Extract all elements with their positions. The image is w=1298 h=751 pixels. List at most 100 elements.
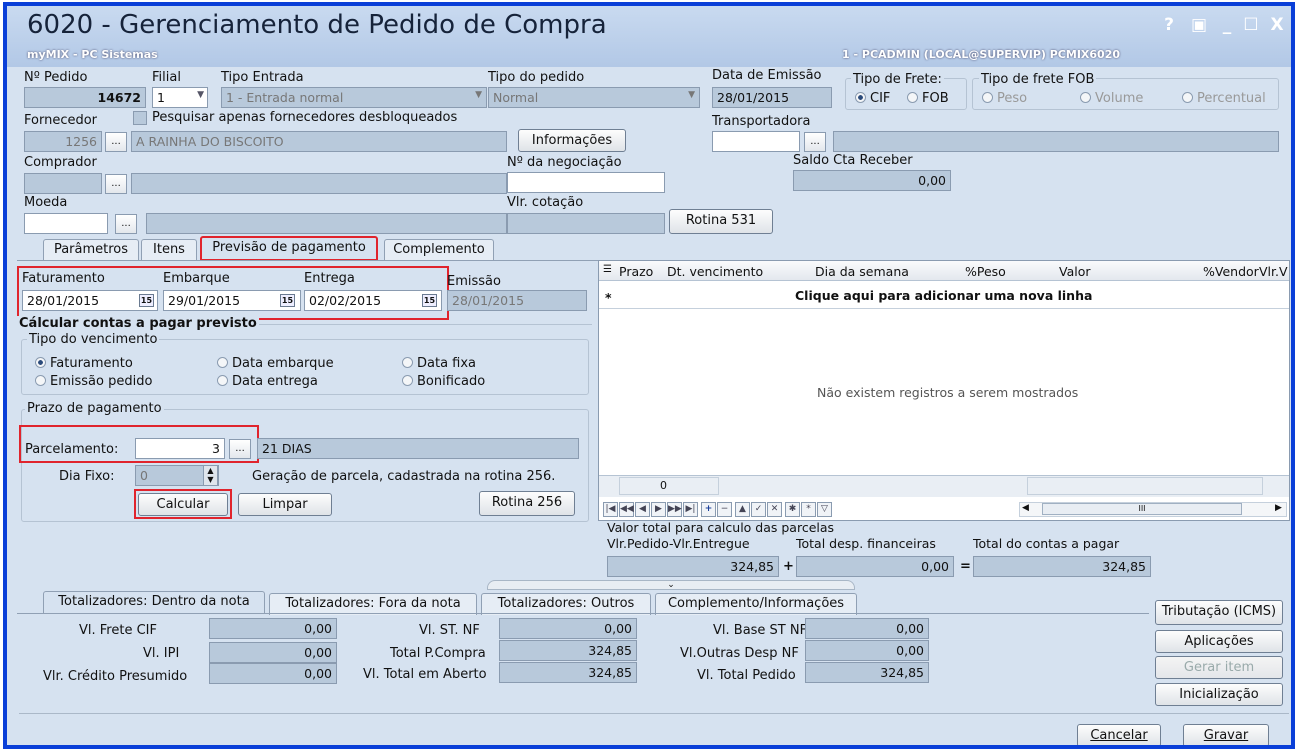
total-desp-field[interactable]: 0,00	[796, 556, 954, 577]
moeda-search-button[interactable]: ...	[115, 214, 137, 234]
nav-prev-icon[interactable]: ◀	[635, 502, 650, 517]
total-compra-field[interactable]: 324,85	[499, 640, 637, 661]
scroll-right-icon[interactable]: ▶	[1275, 503, 1282, 513]
saldo-field[interactable]: 0,00	[793, 170, 951, 191]
credito-field[interactable]: 0,00	[209, 663, 337, 684]
filial-select[interactable]: 1 ▼	[152, 87, 208, 108]
nav-last-icon[interactable]: ▶|	[683, 502, 698, 517]
opt-bonificado-radio[interactable]: Bonificado	[402, 374, 485, 389]
col-prazo[interactable]: Prazo	[619, 264, 653, 279]
nav-next-icon[interactable]: ▶	[651, 502, 666, 517]
frete-cif-field[interactable]: 0,00	[209, 618, 337, 639]
tab-itens[interactable]: Itens	[141, 239, 197, 261]
restore-icon[interactable]: ▣	[1187, 14, 1211, 36]
opt-data-fixa-radio[interactable]: Data fixa	[402, 356, 476, 371]
tab-dentro-nota[interactable]: Totalizadores: Dentro da nota	[43, 591, 265, 613]
opt-emissao-radio[interactable]: Emissão pedido	[35, 374, 152, 389]
col-vendor[interactable]: %Vendor	[1203, 264, 1259, 279]
st-nf-field[interactable]: 0,00	[499, 618, 637, 639]
col-dia-semana[interactable]: Dia da semana	[815, 264, 909, 279]
calendar-icon[interactable]: 15	[280, 294, 295, 307]
cancelar-button[interactable]: Cancelar	[1077, 724, 1161, 745]
moeda-name-field[interactable]	[146, 213, 507, 234]
col-valor[interactable]: Valor	[1059, 264, 1091, 279]
gerar-item-button[interactable]: Gerar item	[1155, 656, 1283, 679]
col-peso[interactable]: %Peso	[965, 264, 1006, 279]
pedido-field[interactable]: 14672	[24, 87, 146, 108]
opt-data-embarque-radio[interactable]: Data embarque	[217, 356, 334, 371]
frete-fob-radio[interactable]: FOB	[907, 91, 949, 106]
aplicacoes-button[interactable]: Aplicações	[1155, 630, 1283, 653]
rotina256-button[interactable]: Rotina 256	[479, 491, 575, 516]
comprador-name-field[interactable]	[131, 173, 507, 194]
asterisk-icon[interactable]: *	[801, 502, 816, 517]
col-dt-vencimento[interactable]: Dt. vencimento	[667, 264, 763, 279]
total-pedido-nf-field[interactable]: 324,85	[805, 662, 929, 683]
cancel-edit-icon[interactable]: ✕	[767, 502, 782, 517]
help-icon[interactable]: ?	[1157, 14, 1181, 36]
transportadora-code-field[interactable]	[712, 131, 800, 152]
data-emissao-field[interactable]: 28/01/2015	[712, 87, 832, 108]
total-contas-field[interactable]: 324,85	[973, 556, 1151, 577]
moeda-code-field[interactable]	[24, 213, 108, 234]
minimize-icon[interactable]: _	[1215, 14, 1239, 36]
fob-peso-radio[interactable]: Peso	[982, 91, 1027, 106]
scroll-thumb[interactable]: III	[1042, 503, 1242, 515]
tipo-entrada-select[interactable]: 1 - Entrada normal ▼	[221, 87, 487, 108]
tab-complemento[interactable]: Complemento	[384, 239, 494, 261]
tab-previsao-pagamento[interactable]: Previsão de pagamento	[200, 236, 378, 261]
comprador-search-button[interactable]: ...	[105, 174, 127, 194]
tributacao-button[interactable]: Tributação (ICMS)	[1155, 600, 1283, 625]
parcelamento-field[interactable]: 3	[135, 438, 225, 459]
tipo-pedido-select[interactable]: Normal ▼	[488, 87, 700, 108]
opt-data-entrega-radio[interactable]: Data entrega	[217, 374, 318, 389]
maximize-icon[interactable]: ☐	[1239, 14, 1263, 36]
nav-prev-page-icon[interactable]: ◀◀	[619, 502, 634, 517]
spinner-icon[interactable]: ▲ ▼	[203, 465, 218, 486]
filter-icon[interactable]: ▽	[817, 502, 832, 517]
fornecedor-search-button[interactable]: ...	[105, 132, 127, 152]
informacoes-button[interactable]: Informações	[518, 129, 626, 152]
cotacao-field[interactable]	[507, 213, 665, 234]
edit-up-icon[interactable]: ▲	[735, 502, 750, 517]
nav-next-page-icon[interactable]: ▶▶	[667, 502, 682, 517]
splitter-handle[interactable]: ⌄	[487, 580, 855, 590]
transportadora-name-field[interactable]	[833, 131, 1279, 152]
limpar-button[interactable]: Limpar	[238, 493, 332, 516]
add-row-prompt[interactable]: Clique aqui para adicionar uma nova linh…	[795, 288, 1092, 303]
outras-desp-field[interactable]: 0,00	[805, 640, 929, 661]
gravar-button[interactable]: Gravar	[1183, 724, 1269, 745]
opt-faturamento-radio[interactable]: Faturamento	[35, 356, 133, 371]
calendar-icon[interactable]: 15	[139, 294, 154, 307]
confirm-icon[interactable]: ✓	[751, 502, 766, 517]
rotina531-button[interactable]: Rotina 531	[669, 209, 773, 234]
fornecedor-name-field[interactable]: A RAINHA DO BISCOITO	[131, 131, 507, 152]
pesquisar-checkbox[interactable]	[133, 111, 147, 125]
frete-cif-radio[interactable]: CIF	[855, 91, 890, 106]
add-icon[interactable]: +	[701, 502, 716, 517]
calendar-icon[interactable]: 15	[422, 294, 437, 307]
fob-volume-radio[interactable]: Volume	[1080, 91, 1143, 106]
grid-menu-icon[interactable]: ☰	[603, 264, 612, 275]
inicializacao-button[interactable]: Inicialização	[1155, 683, 1283, 706]
tab-outros[interactable]: Totalizadores: Outros	[481, 593, 651, 615]
col-vlr-v[interactable]: Vlr.V	[1259, 264, 1288, 279]
close-icon[interactable]: X	[1265, 14, 1289, 36]
tab-parametros[interactable]: Parâmetros	[43, 239, 139, 261]
total-pedido-field[interactable]: 324,85	[607, 556, 779, 577]
faturamento-field[interactable]: 28/01/2015	[22, 290, 158, 311]
emissao-field[interactable]: 28/01/2015	[447, 290, 587, 311]
base-st-field[interactable]: 0,00	[805, 618, 929, 639]
fornecedor-code-field[interactable]: 1256	[24, 131, 102, 152]
remove-icon[interactable]: −	[717, 502, 732, 517]
total-aberto-field[interactable]: 324,85	[499, 662, 637, 683]
fob-percentual-radio[interactable]: Percentual	[1182, 91, 1266, 106]
transportadora-search-button[interactable]: ...	[804, 132, 826, 152]
refresh-icon[interactable]: ✱	[785, 502, 800, 517]
scroll-left-icon[interactable]: ◀	[1022, 503, 1029, 513]
tab-complemento-informacoes[interactable]: Complemento/Informações	[655, 593, 857, 615]
calcular-button[interactable]: Calcular	[138, 493, 228, 516]
nav-first-icon[interactable]: |◀	[603, 502, 618, 517]
negociacao-field[interactable]	[507, 172, 665, 193]
parcelamento-desc-field[interactable]: 21 DIAS	[257, 438, 579, 459]
